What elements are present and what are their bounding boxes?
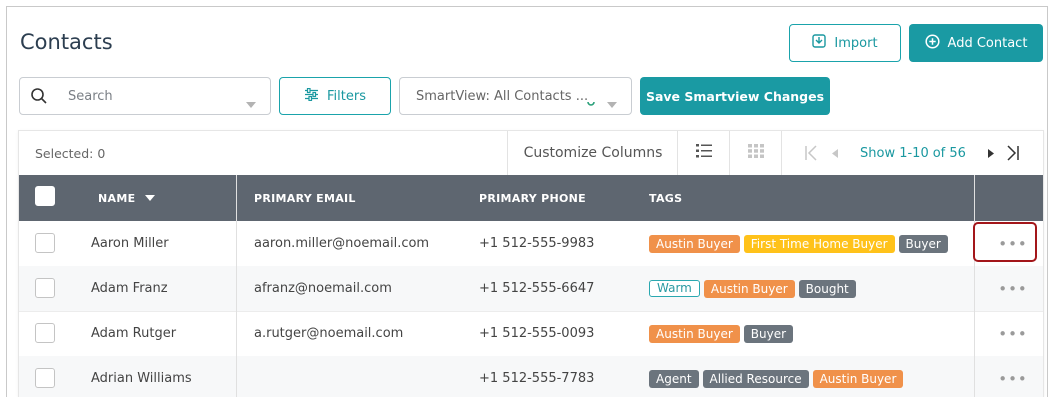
- contact-phone: +1 512-555-0093: [479, 326, 595, 341]
- last-page-icon[interactable]: [1006, 145, 1020, 161]
- next-page-icon[interactable]: [987, 148, 994, 158]
- plus-circle-icon: [924, 33, 940, 53]
- add-contact-button[interactable]: Add Contact: [909, 24, 1043, 62]
- save-smartview-button[interactable]: Save Smartview Changes: [640, 77, 830, 115]
- import-button[interactable]: Import: [789, 24, 901, 62]
- contact-email[interactable]: afranz@noemail.com: [254, 266, 392, 311]
- search-placeholder: Search: [68, 88, 113, 104]
- column-divider: [236, 175, 237, 397]
- first-page-icon[interactable]: [804, 145, 818, 161]
- contact-name[interactable]: Aaron Miller: [91, 221, 169, 266]
- column-header-name-label: NAME: [98, 191, 136, 205]
- selected-count: Selected: 0: [35, 145, 106, 161]
- contact-name[interactable]: Adam Rutger: [91, 311, 176, 356]
- tag[interactable]: Austin Buyer: [649, 324, 740, 343]
- row-checkbox[interactable]: [35, 233, 55, 253]
- grid-view-button[interactable]: [729, 131, 782, 175]
- more-dots-icon[interactable]: •••: [993, 311, 1033, 356]
- contact-phone: +1 512-555-7783: [479, 371, 595, 386]
- import-label: Import: [834, 35, 878, 51]
- table-row[interactable]: Adam Rutger a.rutger@noemail.com +1 512-55…: [19, 311, 1043, 357]
- list-view-button[interactable]: [677, 131, 730, 175]
- column-header-tags[interactable]: TAGS: [649, 175, 682, 221]
- contact-tags: Warm Austin Buyer Bought: [649, 266, 856, 311]
- table-row[interactable]: Adrian Williams +1 512-555-7783 Agent Allie…: [19, 356, 1043, 397]
- smartview-value: SmartView: All Contacts ...: [416, 88, 589, 104]
- contact-name[interactable]: Adrian Williams: [91, 356, 192, 397]
- contact-tags: Austin Buyer Buyer: [649, 311, 794, 356]
- column-header-phone[interactable]: PRIMARY PHONE: [479, 175, 586, 221]
- more-dots-icon[interactable]: •••: [993, 266, 1033, 311]
- row-actions-highlight: [973, 222, 1037, 262]
- search-icon: [30, 87, 48, 105]
- pagination-total: of 56: [932, 145, 966, 161]
- table-row[interactable]: Aaron Miller aaron.miller@noemail.com +1 5…: [19, 221, 1043, 267]
- contacts-table-card: Selected: 0 Customize Columns Show 1-10 …: [18, 130, 1044, 397]
- contact-phone: +1 512-555-9983: [479, 236, 595, 251]
- add-contact-label: Add Contact: [947, 35, 1028, 51]
- contact-tags: Austin Buyer First Time Home Buyer Buyer: [649, 221, 948, 266]
- loading-spinner-icon: [586, 92, 596, 111]
- customize-columns-button[interactable]: Customize Columns: [507, 131, 678, 175]
- column-header-name[interactable]: NAME: [98, 175, 156, 221]
- search-input[interactable]: Search: [19, 77, 271, 115]
- import-icon: [812, 34, 827, 52]
- column-header-email[interactable]: PRIMARY EMAIL: [254, 175, 356, 221]
- customize-columns-label: Customize Columns: [523, 145, 663, 161]
- list-view-icon: [695, 143, 713, 163]
- tag[interactable]: Buyer: [898, 234, 948, 253]
- contact-tags: Agent Allied Resource Austin Buyer: [649, 356, 904, 397]
- tag[interactable]: Bought: [798, 279, 856, 298]
- contact-name[interactable]: Adam Franz: [91, 266, 168, 311]
- tag[interactable]: Buyer: [743, 324, 794, 343]
- row-checkbox[interactable]: [35, 278, 55, 298]
- row-checkbox[interactable]: [35, 323, 55, 343]
- prev-page-icon[interactable]: [832, 148, 838, 158]
- pagination: Show 1-10 of 56: [781, 131, 1043, 175]
- tag[interactable]: First Time Home Buyer: [743, 234, 895, 253]
- sliders-icon: [304, 87, 319, 105]
- contact-email[interactable]: aaron.miller@noemail.com: [254, 221, 429, 266]
- grid-view-icon: [747, 143, 765, 163]
- chevron-down-icon: [246, 93, 256, 112]
- row-checkbox[interactable]: [35, 368, 55, 388]
- contact-email[interactable]: a.rutger@noemail.com: [254, 311, 403, 356]
- smartview-select[interactable]: SmartView: All Contacts ...: [399, 77, 632, 115]
- column-divider: [974, 175, 975, 397]
- more-dots-icon[interactable]: •••: [993, 356, 1033, 397]
- filters-button[interactable]: Filters: [279, 77, 391, 115]
- select-all-checkbox[interactable]: [35, 186, 55, 206]
- tag[interactable]: Warm: [649, 280, 700, 297]
- page-title: Contacts: [20, 30, 113, 54]
- tag[interactable]: Austin Buyer: [812, 369, 904, 388]
- tag[interactable]: Allied Resource: [702, 369, 809, 388]
- table-header: NAME PRIMARY EMAIL PRIMARY PHONE TAGS: [19, 175, 1043, 221]
- pagination-range: Show 1-10: [860, 145, 929, 161]
- sort-desc-icon: [145, 195, 156, 201]
- save-smartview-label: Save Smartview Changes: [645, 88, 825, 104]
- chevron-down-icon: [607, 93, 617, 112]
- tag[interactable]: Austin Buyer: [649, 234, 740, 253]
- contact-phone: +1 512-555-6647: [479, 281, 595, 296]
- table-row[interactable]: Adam Franz afranz@noemail.com +1 512-555-6…: [19, 266, 1043, 312]
- tag[interactable]: Austin Buyer: [703, 279, 795, 298]
- filters-label: Filters: [327, 88, 366, 104]
- tag[interactable]: Agent: [649, 369, 699, 388]
- table-toolbar: Selected: 0 Customize Columns Show 1-10 …: [19, 131, 1043, 175]
